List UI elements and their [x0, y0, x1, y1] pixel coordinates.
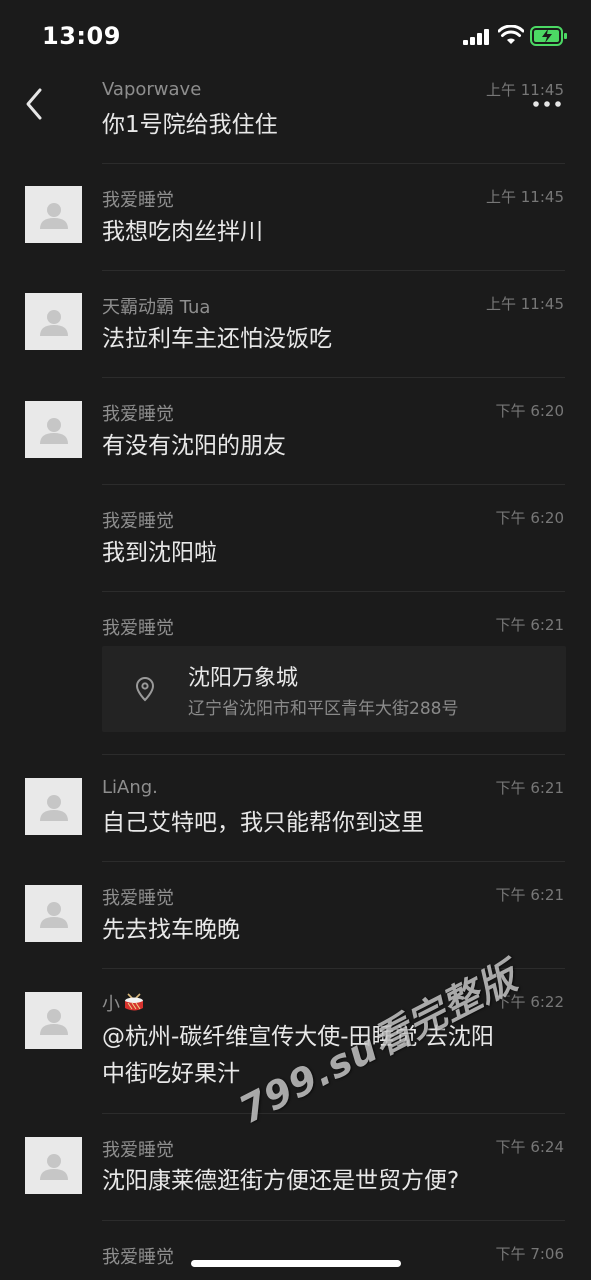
status-time: 13:09	[42, 22, 121, 50]
message-time: 下午 6:20	[495, 509, 564, 527]
sender-name: 我爱睡觉	[102, 618, 174, 639]
default-avatar-icon	[39, 1153, 68, 1180]
message-time: 下午 6:21	[495, 886, 564, 904]
message-text: 自己艾特吧，我只能帮你到这里	[102, 810, 424, 836]
avatar[interactable]	[25, 778, 82, 835]
location-pin-icon	[135, 676, 155, 702]
default-avatar-icon	[39, 309, 68, 336]
message-time: 下午 6:20	[495, 402, 564, 420]
message-text: 法拉利车主还怕没饭吃	[102, 326, 332, 352]
sender-name: 我爱睡觉	[102, 190, 174, 211]
sender-name-wrapper: 小	[102, 990, 145, 1016]
message-time: 下午 6:24	[495, 1138, 564, 1156]
sender-name: Vaporwave	[102, 79, 202, 100]
divider	[102, 377, 565, 378]
message-text: 我到沈阳啦	[102, 540, 217, 566]
sender-name: 我爱睡觉	[102, 511, 174, 532]
message-time: 上午 11:45	[486, 295, 564, 313]
message-text: 有没有沈阳的朋友	[102, 433, 286, 459]
divider	[102, 861, 565, 862]
message-time: 下午 6:21	[495, 779, 564, 797]
divider	[102, 270, 565, 271]
message-time: 下午 6:21	[495, 616, 564, 634]
avatar[interactable]	[25, 186, 82, 243]
divider	[102, 1113, 565, 1114]
sender-name: 我爱睡觉	[102, 1140, 174, 1161]
avatar[interactable]	[25, 293, 82, 350]
avatar[interactable]	[25, 1137, 82, 1194]
divider	[102, 484, 565, 485]
default-avatar-icon	[39, 202, 68, 229]
message-text: 沈阳康莱德逛街方便还是世贸方便?	[102, 1168, 460, 1194]
sender-name: LiAng.	[102, 777, 158, 798]
message-text-line2: 中街吃好果汁	[102, 1061, 240, 1087]
battery-charging-icon	[530, 26, 567, 46]
divider	[102, 163, 565, 164]
sender-name: 小	[102, 994, 120, 1015]
avatar[interactable]	[25, 401, 82, 458]
home-indicator[interactable]	[191, 1260, 401, 1267]
wifi-icon	[498, 25, 524, 44]
message-time: 上午 11:45	[486, 188, 564, 206]
divider	[102, 754, 565, 755]
divider	[102, 1220, 565, 1221]
chat-screen: 13:09 Vaporwave 上午 11:45 你1号院给我住住 我爱睡觉 上…	[0, 0, 591, 1280]
location-card[interactable]: 沈阳万象城 辽宁省沈阳市和平区青年大街288号	[102, 646, 566, 732]
divider	[102, 591, 565, 592]
message-text: 我想吃肉丝拌川	[102, 219, 263, 245]
default-avatar-icon	[39, 901, 68, 928]
avatar[interactable]	[25, 885, 82, 942]
cellular-signal-icon	[463, 29, 489, 45]
sender-name: 我爱睡觉	[102, 1247, 174, 1268]
default-avatar-icon	[39, 794, 68, 821]
message-text: 你1号院给我住住	[102, 112, 278, 138]
default-avatar-icon	[39, 417, 68, 444]
sender-name: 我爱睡觉	[102, 404, 174, 425]
avatar[interactable]	[25, 992, 82, 1049]
back-chevron-icon[interactable]	[22, 86, 48, 122]
message-time: 上午 11:45	[486, 81, 564, 99]
drum-emoji-icon	[125, 993, 143, 1011]
sender-name: 天霸动霸 Tua	[102, 297, 211, 318]
status-bar: 13:09	[0, 0, 591, 72]
default-avatar-icon	[39, 1008, 68, 1035]
message-time: 下午 7:06	[495, 1245, 564, 1263]
location-name: 沈阳万象城	[188, 666, 299, 691]
message-text: 先去找车晚晚	[102, 917, 240, 943]
sender-name: 我爱睡觉	[102, 888, 174, 909]
location-address: 辽宁省沈阳市和平区青年大街288号	[188, 699, 459, 719]
